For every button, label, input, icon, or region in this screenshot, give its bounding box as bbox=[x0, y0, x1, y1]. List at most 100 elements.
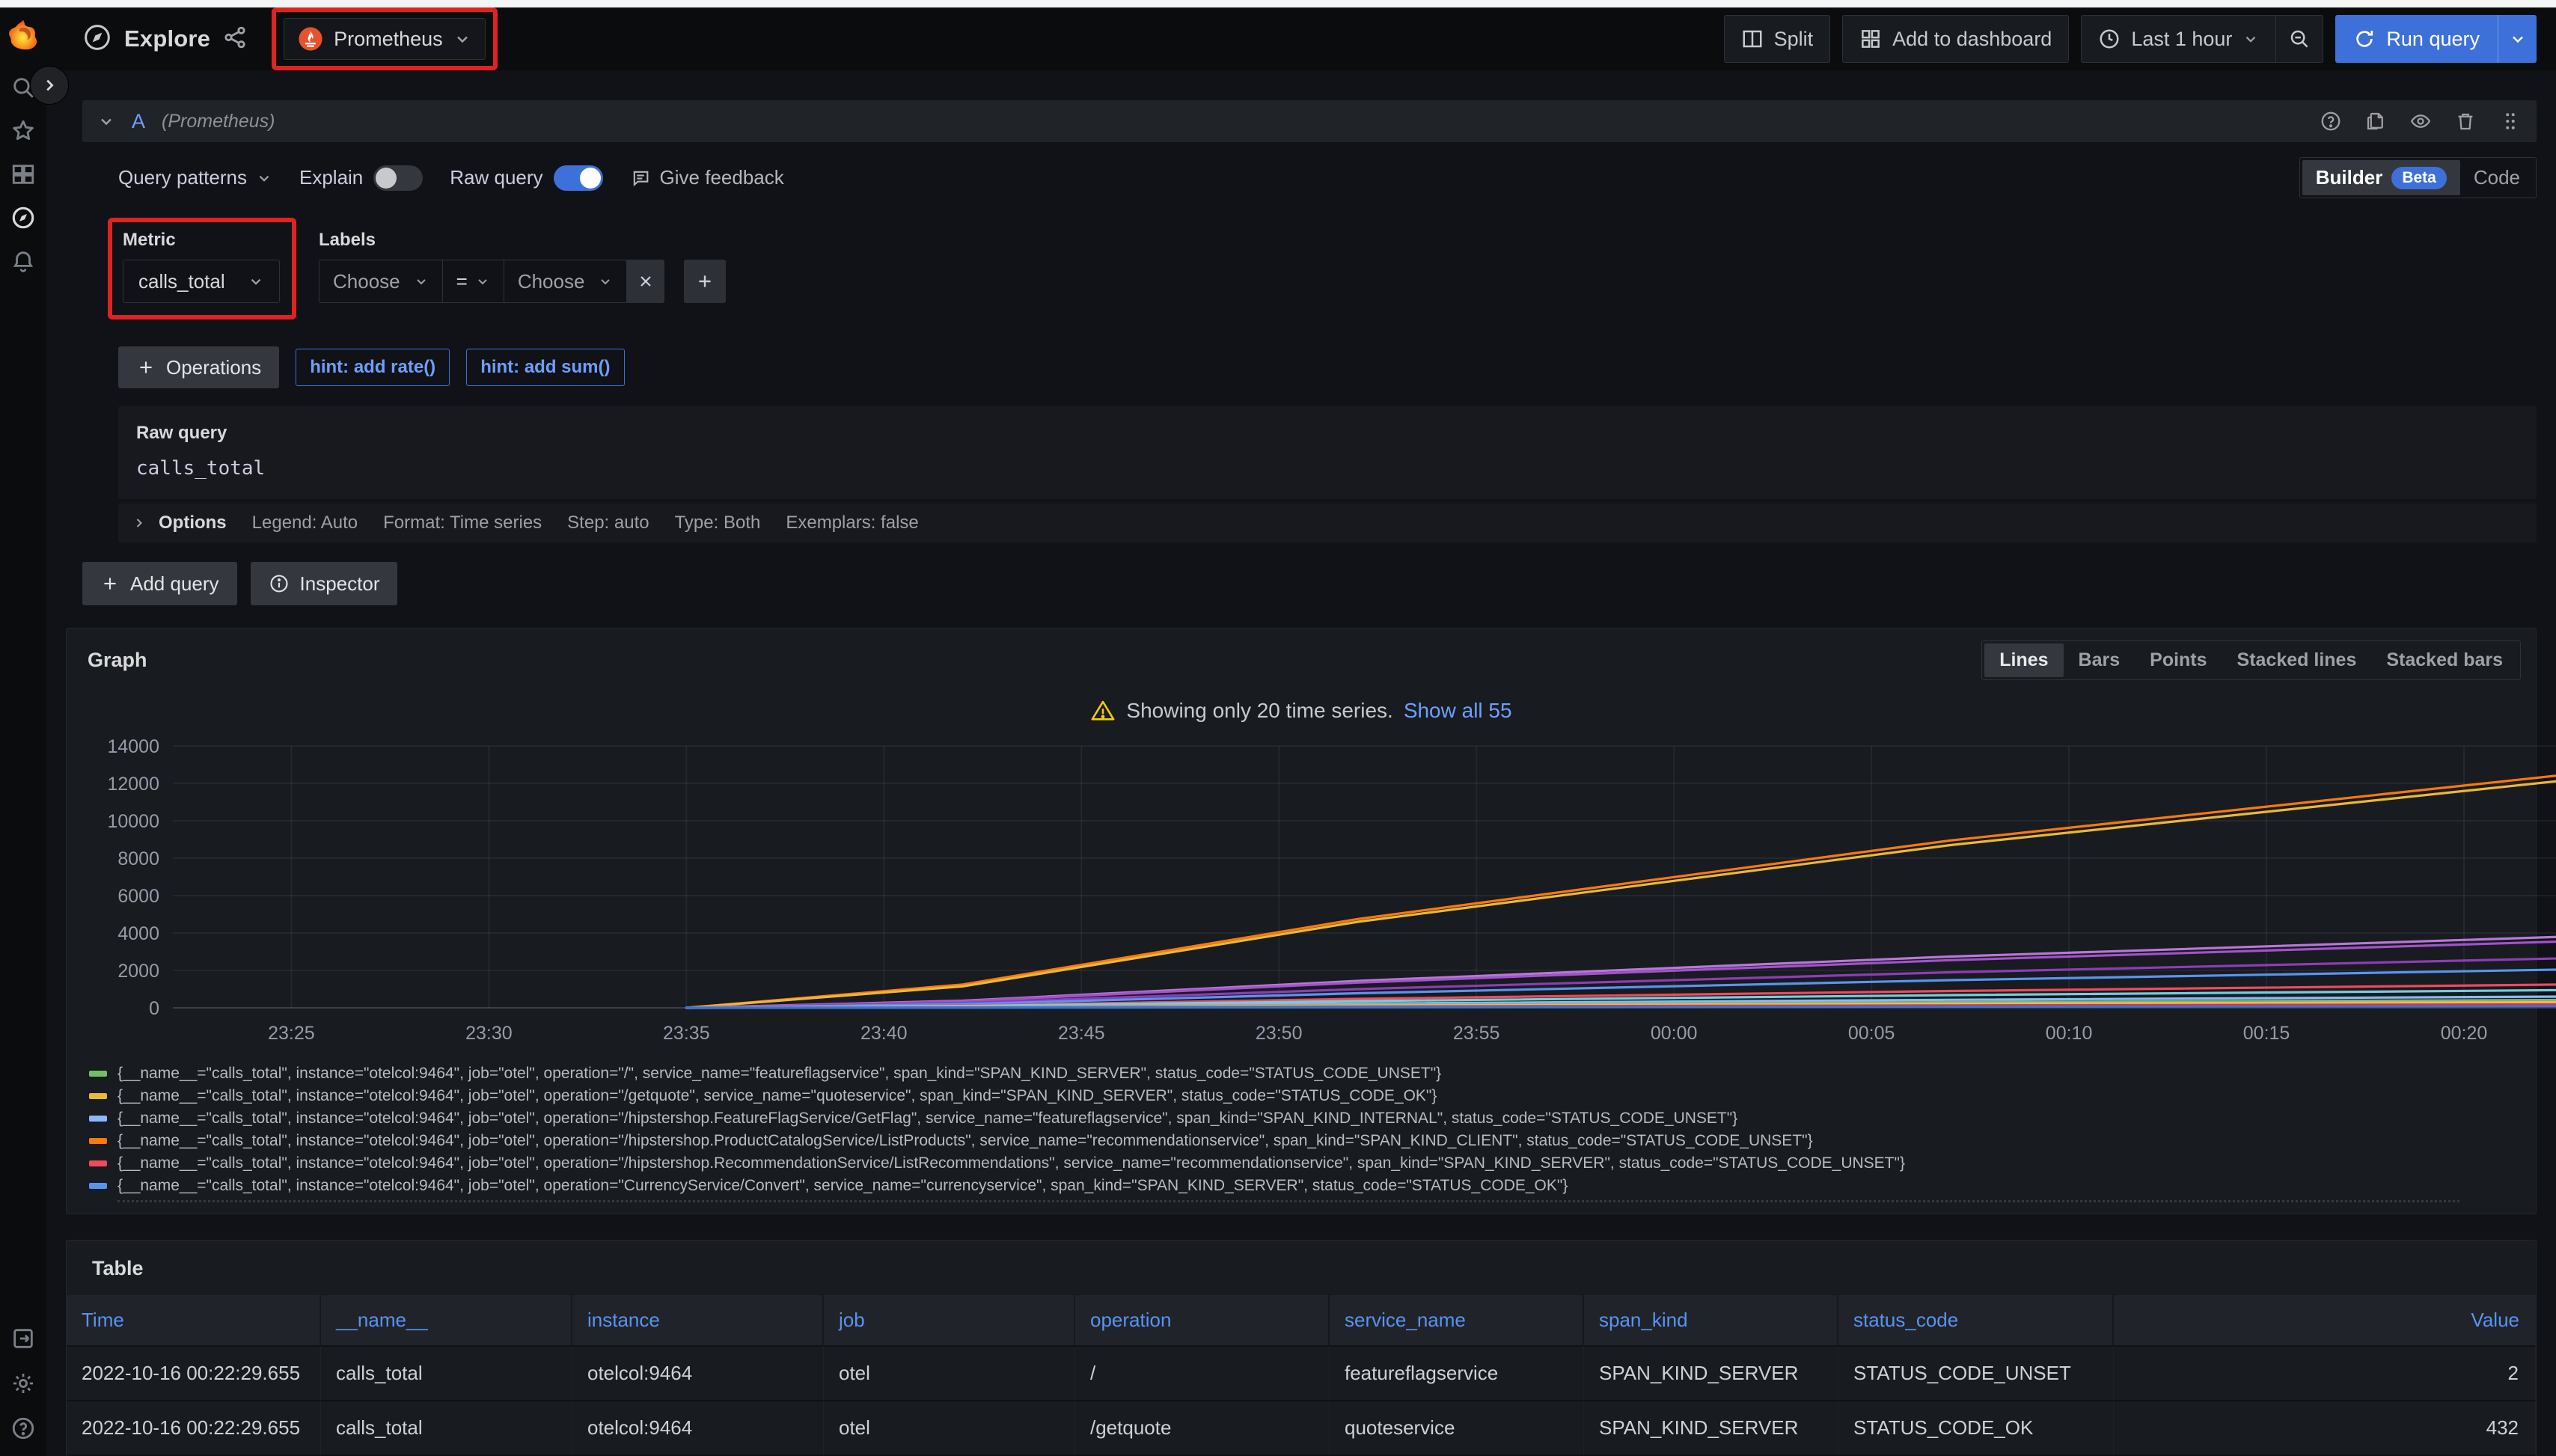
svg-text:2000: 2000 bbox=[117, 961, 159, 982]
datasource-picker[interactable]: Prometheus bbox=[284, 18, 486, 60]
chevron-down-icon bbox=[475, 274, 490, 289]
mode-stacked-bars-button[interactable]: Stacked bars bbox=[2371, 643, 2518, 677]
legend-series-label: {__name__="calls_total", instance="otelc… bbox=[117, 1177, 1568, 1195]
legend-item[interactable]: {__name__="calls_total", instance="otelc… bbox=[89, 1130, 2521, 1152]
duplicate-query-icon[interactable] bbox=[2364, 110, 2387, 132]
hide-query-eye-icon[interactable] bbox=[2409, 110, 2432, 132]
label-operator-select[interactable]: = bbox=[443, 260, 504, 303]
label-key-select[interactable]: Choose bbox=[319, 260, 443, 303]
table-cell: otel bbox=[824, 1400, 1075, 1455]
query-row-header[interactable]: A (Prometheus) bbox=[82, 100, 2537, 142]
share-icon[interactable] bbox=[222, 25, 248, 54]
add-query-button[interactable]: Add query bbox=[82, 562, 237, 605]
legend-series-color bbox=[89, 1093, 107, 1099]
legend-item[interactable]: {__name__="calls_total", instance="otelc… bbox=[89, 1062, 2521, 1085]
hint-add-rate-button[interactable]: hint: add rate() bbox=[296, 349, 450, 386]
dashboards-icon[interactable] bbox=[9, 160, 37, 189]
metric-select[interactable]: calls_total bbox=[123, 260, 280, 303]
graph-panel-title: Graph bbox=[82, 644, 153, 676]
warning-icon bbox=[1090, 698, 1116, 724]
legend-row-clipped bbox=[117, 1200, 2459, 1206]
svg-text:00:20: 00:20 bbox=[2441, 1023, 2488, 1044]
table-cell: 2 bbox=[2114, 1345, 2536, 1400]
svg-text:00:15: 00:15 bbox=[2243, 1023, 2290, 1044]
column-header-job[interactable]: job bbox=[824, 1295, 1075, 1345]
help-icon[interactable] bbox=[9, 1414, 37, 1443]
explain-toggle[interactable] bbox=[373, 165, 423, 191]
table-panel: Table Time__name__instancejoboperationse… bbox=[66, 1240, 2537, 1456]
legend-item[interactable]: {__name__="calls_total", instance="otelc… bbox=[89, 1175, 2521, 1197]
give-feedback-link[interactable]: Give feedback bbox=[630, 166, 784, 189]
column-header-statuscode[interactable]: status_code bbox=[1838, 1295, 2114, 1345]
mode-stacked-lines-button[interactable]: Stacked lines bbox=[2222, 643, 2372, 677]
search-minus-icon bbox=[2288, 28, 2311, 50]
sign-in-icon[interactable] bbox=[9, 1324, 37, 1353]
raw-query-toggle[interactable] bbox=[554, 165, 603, 191]
column-header-spankind[interactable]: span_kind bbox=[1584, 1295, 1838, 1345]
chevron-down-icon bbox=[598, 274, 613, 289]
legend-item[interactable]: {__name__="calls_total", instance="otelc… bbox=[89, 1107, 2521, 1130]
table-cell: featureflagservice bbox=[1330, 1345, 1584, 1400]
column-header-value[interactable]: Value bbox=[2114, 1295, 2536, 1345]
collapse-chevron-icon[interactable] bbox=[97, 112, 115, 130]
chevron-down-icon bbox=[453, 30, 471, 48]
apps-icon bbox=[1859, 28, 1882, 50]
table-header-row: Time__name__instancejoboperationservice_… bbox=[67, 1295, 2536, 1345]
table-body: 2022-10-16 00:22:29.655calls_totalotelco… bbox=[67, 1345, 2536, 1456]
query-datasource-hint: (Prometheus) bbox=[162, 111, 275, 132]
column-header-servicename[interactable]: service_name bbox=[1330, 1295, 1584, 1345]
svg-text:6000: 6000 bbox=[117, 886, 159, 907]
close-icon bbox=[637, 272, 655, 290]
sidebar-expand-button[interactable] bbox=[30, 66, 69, 105]
explore-icon[interactable] bbox=[9, 204, 37, 232]
beta-badge: Beta bbox=[2391, 167, 2447, 189]
legend-item[interactable]: {__name__="calls_total", instance="otelc… bbox=[89, 1085, 2521, 1107]
column-header-name[interactable]: __name__ bbox=[321, 1295, 572, 1345]
add-label-button[interactable] bbox=[684, 260, 726, 303]
annotation-box-metric: Metric calls_total bbox=[108, 218, 296, 319]
svg-text:23:45: 23:45 bbox=[1058, 1023, 1105, 1044]
time-series-chart[interactable]: 0200040006000800010000120001400023:2523:… bbox=[82, 729, 2521, 1058]
chevron-down-icon bbox=[248, 273, 264, 290]
label-value-select[interactable]: Choose bbox=[504, 260, 628, 303]
builder-mode-button[interactable]: Builder Beta bbox=[2302, 160, 2460, 195]
mode-bars-button[interactable]: Bars bbox=[2064, 643, 2135, 677]
run-query-button[interactable]: Run query bbox=[2335, 15, 2498, 63]
remove-label-button[interactable] bbox=[627, 260, 664, 303]
table-cell: 2022-10-16 00:22:29.655 bbox=[67, 1400, 321, 1455]
mode-points-button[interactable]: Points bbox=[2135, 643, 2222, 677]
legend-series-color bbox=[89, 1116, 107, 1122]
svg-text:23:35: 23:35 bbox=[663, 1023, 710, 1044]
legend-item[interactable]: {__name__="calls_total", instance="otelc… bbox=[89, 1152, 2521, 1175]
query-patterns-dropdown[interactable]: Query patterns bbox=[118, 166, 272, 189]
column-header-time[interactable]: Time bbox=[67, 1295, 321, 1345]
column-header-instance[interactable]: instance bbox=[572, 1295, 824, 1345]
chevron-down-icon bbox=[256, 170, 272, 186]
time-range-picker[interactable]: Last 1 hour bbox=[2081, 15, 2276, 63]
zoom-out-time-button[interactable] bbox=[2276, 15, 2323, 63]
run-query-dropdown[interactable] bbox=[2498, 15, 2537, 63]
add-to-dashboard-button[interactable]: Add to dashboard bbox=[1842, 15, 2069, 63]
starred-icon[interactable] bbox=[9, 117, 37, 145]
settings-gear-icon[interactable] bbox=[9, 1369, 37, 1398]
delete-query-trash-icon[interactable] bbox=[2454, 110, 2477, 132]
option-exemplars: Exemplars: false bbox=[786, 513, 918, 533]
query-help-icon[interactable] bbox=[2320, 110, 2342, 132]
split-button[interactable]: Split bbox=[1724, 15, 1831, 63]
chevron-down-icon bbox=[414, 274, 429, 289]
column-header-operation[interactable]: operation bbox=[1075, 1295, 1330, 1345]
grafana-logo[interactable] bbox=[7, 18, 40, 51]
inspector-button[interactable]: Inspector bbox=[251, 562, 398, 605]
table-panel-title: Table bbox=[86, 1252, 150, 1284]
comment-icon bbox=[630, 168, 651, 189]
hint-add-sum-button[interactable]: hint: add sum() bbox=[466, 349, 624, 386]
alerting-icon[interactable] bbox=[9, 247, 37, 275]
code-mode-button[interactable]: Code bbox=[2460, 160, 2534, 195]
browser-edge-strip bbox=[0, 0, 2556, 7]
svg-text:23:40: 23:40 bbox=[860, 1023, 908, 1044]
mode-lines-button[interactable]: Lines bbox=[1984, 643, 2063, 677]
show-all-series-link[interactable]: Show all 55 bbox=[1404, 699, 1512, 723]
options-collapse[interactable]: Options bbox=[132, 513, 227, 533]
add-operation-button[interactable]: Operations bbox=[118, 346, 279, 388]
drag-handle-icon[interactable] bbox=[2499, 110, 2522, 132]
